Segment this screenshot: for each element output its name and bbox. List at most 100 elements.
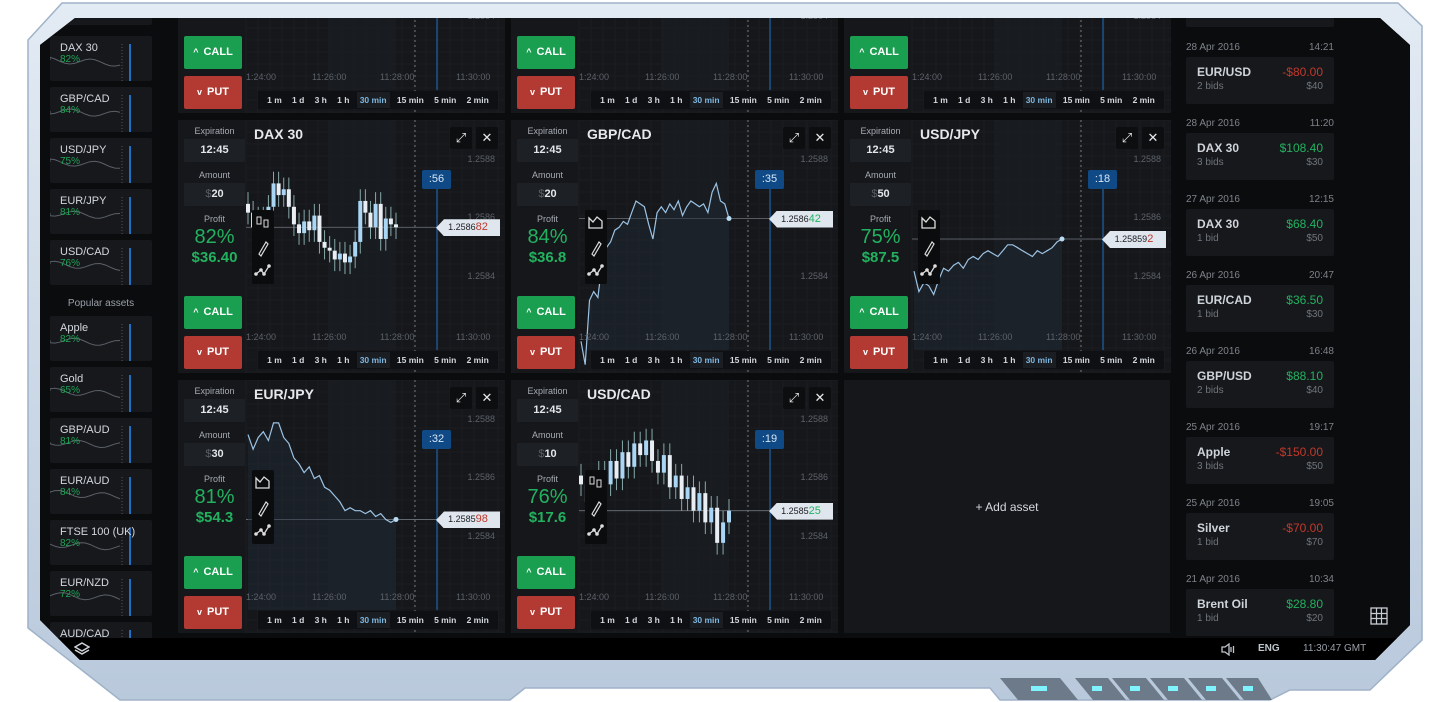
put-button[interactable]: v PUT <box>184 76 242 109</box>
trade-card[interactable]: DAX 30 3 bids $108.40 $30 <box>1186 133 1334 180</box>
expand-icon[interactable]: ⤢ <box>1116 127 1138 149</box>
timeframe-5min[interactable]: 5 min <box>764 92 792 108</box>
timeframe-1h[interactable]: 1 h <box>667 612 685 628</box>
timeframe-30min[interactable]: 30 min <box>356 352 390 368</box>
expand-icon[interactable]: ⤢ <box>450 387 472 409</box>
trade-card[interactable]: EUR/CAD 1 bid $36.50 $30 <box>1186 285 1334 332</box>
timeframe-1d[interactable]: 1 d <box>622 612 640 628</box>
timeframe-15min[interactable]: 15 min <box>1060 352 1093 368</box>
timeframe-1m[interactable]: 1 m <box>930 92 951 108</box>
timeframe-30min[interactable]: 30 min <box>689 352 723 368</box>
call-button[interactable]: ^ CALL <box>517 296 575 329</box>
timeframe-5min[interactable]: 5 min <box>1097 352 1125 368</box>
timeframe-2min[interactable]: 2 min <box>797 612 825 628</box>
timeframe-5min[interactable]: 5 min <box>1097 92 1125 108</box>
amount-field[interactable]: $20 <box>517 183 578 206</box>
timeframe-5min[interactable]: 5 min <box>431 92 459 108</box>
timeframe-1m[interactable]: 1 m <box>264 92 285 108</box>
timeframe-15min[interactable]: 15 min <box>394 352 427 368</box>
sidebar-asset-dax-30[interactable]: DAX 30 82% <box>50 36 152 81</box>
timeframe-3h[interactable]: 3 h <box>312 92 330 108</box>
amount-field[interactable]: $30 <box>184 443 245 466</box>
timeframe-2min[interactable]: 2 min <box>464 92 492 108</box>
timeframe-1h[interactable]: 1 h <box>667 92 685 108</box>
timeframe-5min[interactable]: 5 min <box>431 612 459 628</box>
expand-icon[interactable]: ⤢ <box>783 127 805 149</box>
timeframe-2min[interactable]: 2 min <box>464 612 492 628</box>
expiration-field[interactable]: 12:45 <box>850 139 911 162</box>
sidebar-asset-gbp-aud[interactable]: GBP/AUD 81% <box>50 418 152 463</box>
timeframe-2min[interactable]: 2 min <box>797 92 825 108</box>
timeframe-3h[interactable]: 3 h <box>978 352 996 368</box>
timeframe-5min[interactable]: 5 min <box>431 352 459 368</box>
sidebar-asset-gbp-cad[interactable]: GBP/CAD 84% <box>50 87 152 132</box>
sidebar-asset-gold[interactable]: Gold 65% <box>50 367 152 412</box>
timeframe-30min[interactable]: 30 min <box>1022 352 1056 368</box>
timeframe-1d[interactable]: 1 d <box>955 92 973 108</box>
call-button[interactable]: ^ CALL <box>184 36 242 69</box>
expand-icon[interactable]: ⤢ <box>783 387 805 409</box>
timeframe-1h[interactable]: 1 h <box>1000 352 1018 368</box>
call-button[interactable]: ^ CALL <box>184 296 242 329</box>
timeframe-30min[interactable]: 30 min <box>356 92 390 108</box>
sidebar-asset-eur-jpy[interactable]: EUR/JPY 81% <box>50 189 152 234</box>
grid-icon[interactable] <box>1370 607 1388 625</box>
timeframe-3h[interactable]: 3 h <box>312 352 330 368</box>
timeframe-1d[interactable]: 1 d <box>289 92 307 108</box>
timeframe-1d[interactable]: 1 d <box>289 612 307 628</box>
put-button[interactable]: v PUT <box>517 76 575 109</box>
language-selector[interactable]: ENG <box>1258 643 1280 654</box>
speaker-icon[interactable] <box>1221 643 1237 656</box>
timeframe-3h[interactable]: 3 h <box>645 612 663 628</box>
timeframe-5min[interactable]: 5 min <box>764 352 792 368</box>
timeframe-2min[interactable]: 2 min <box>464 352 492 368</box>
timeframe-3h[interactable]: 3 h <box>978 92 996 108</box>
timeframe-5min[interactable]: 5 min <box>764 612 792 628</box>
timeframe-1h[interactable]: 1 h <box>334 352 352 368</box>
layers-icon[interactable] <box>74 642 90 656</box>
amount-field[interactable]: $10 <box>517 443 578 466</box>
trade-card[interactable]: GBP/USD 2 bids $88.10 $40 <box>1186 361 1334 408</box>
timeframe-30min[interactable]: 30 min <box>1022 92 1056 108</box>
timeframe-1h[interactable]: 1 h <box>667 352 685 368</box>
timeframe-1m[interactable]: 1 m <box>597 92 618 108</box>
timeframe-1m[interactable]: 1 m <box>597 352 618 368</box>
call-button[interactable]: ^ CALL <box>184 556 242 589</box>
trade-card[interactable]: Silver 1 bid -$70.00 $70 <box>1186 513 1334 560</box>
timeframe-1m[interactable]: 1 m <box>597 612 618 628</box>
sidebar-asset-usd-jpy[interactable]: USD/JPY 75% <box>50 138 152 183</box>
timeframe-15min[interactable]: 15 min <box>727 352 760 368</box>
expiration-field[interactable]: 12:45 <box>184 399 245 422</box>
put-button[interactable]: v PUT <box>850 76 908 109</box>
sidebar-asset-eur-nzd[interactable]: EUR/NZD 72% <box>50 571 152 616</box>
close-icon[interactable]: ✕ <box>809 127 831 149</box>
timeframe-15min[interactable]: 15 min <box>727 612 760 628</box>
put-button[interactable]: v PUT <box>517 336 575 369</box>
expiration-field[interactable]: 12:45 <box>184 139 245 162</box>
timeframe-3h[interactable]: 3 h <box>645 352 663 368</box>
timeframe-30min[interactable]: 30 min <box>689 92 723 108</box>
timeframe-1m[interactable]: 1 m <box>930 352 951 368</box>
close-icon[interactable]: ✕ <box>476 387 498 409</box>
timeframe-1m[interactable]: 1 m <box>264 352 285 368</box>
timeframe-1m[interactable]: 1 m <box>264 612 285 628</box>
timeframe-2min[interactable]: 2 min <box>1130 92 1158 108</box>
trade-card[interactable]: Apple 3 bids -$150.00 $50 <box>1186 437 1334 484</box>
trade-card[interactable]: EUR/USD 2 bids -$80.00 $40 <box>1186 57 1334 104</box>
close-icon[interactable]: ✕ <box>1142 127 1164 149</box>
expiration-field[interactable]: 12:45 <box>517 139 578 162</box>
trade-card[interactable]: DAX 30 1 bid $68.40 $50 <box>1186 209 1334 256</box>
timeframe-1d[interactable]: 1 d <box>622 92 640 108</box>
put-button[interactable]: v PUT <box>850 336 908 369</box>
close-icon[interactable]: ✕ <box>476 127 498 149</box>
expiration-field[interactable]: 12:45 <box>517 399 578 422</box>
timeframe-3h[interactable]: 3 h <box>312 612 330 628</box>
add-asset-button[interactable]: + Add asset <box>844 380 1170 633</box>
timeframe-30min[interactable]: 30 min <box>356 612 390 628</box>
timeframe-1d[interactable]: 1 d <box>289 352 307 368</box>
timeframe-1h[interactable]: 1 h <box>334 92 352 108</box>
put-button[interactable]: v PUT <box>184 596 242 629</box>
put-button[interactable]: v PUT <box>517 596 575 629</box>
timeframe-2min[interactable]: 2 min <box>797 352 825 368</box>
timeframe-15min[interactable]: 15 min <box>1060 92 1093 108</box>
